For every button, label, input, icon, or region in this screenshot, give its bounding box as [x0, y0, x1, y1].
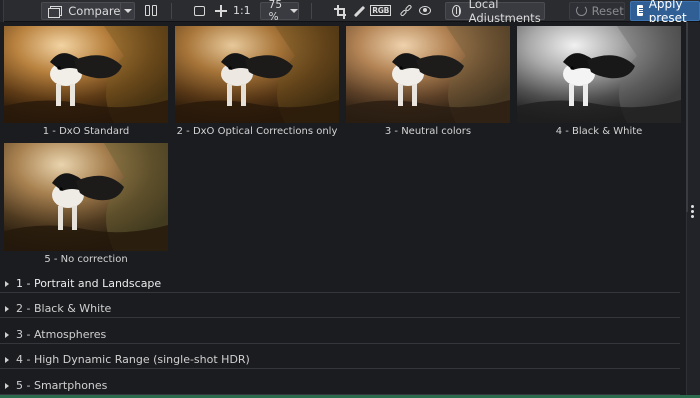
preset-caption: 4 - Black & White	[555, 126, 643, 137]
preset-gallery: 1 - DxO Standard 2 - DxO Optical Correct…	[0, 22, 686, 398]
chevron-right-icon	[5, 331, 9, 338]
eye-icon[interactable]	[418, 6, 431, 15]
reset-label: Reset	[591, 3, 624, 18]
eyedropper-icon[interactable]	[353, 5, 363, 17]
compare-icon	[48, 5, 63, 18]
divider	[0, 343, 680, 344]
category-label: 4 - High Dynamic Range (single-shot HDR)	[16, 353, 250, 366]
chevron-right-icon	[5, 305, 9, 312]
compare-label: Compare	[68, 3, 121, 18]
reset-button[interactable]: Reset	[568, 1, 625, 20]
category-label: 3 - Atmospheres	[16, 328, 107, 341]
chevron-right-icon	[5, 356, 9, 363]
chevron-right-icon	[5, 382, 9, 389]
chevron-down-icon	[123, 8, 132, 13]
divider	[0, 368, 680, 369]
compare-button[interactable]: Compare	[41, 1, 136, 20]
apply-preset-label: Apply preset	[648, 0, 687, 25]
category-label: 1 - Portrait and Landscape	[16, 277, 162, 290]
fit-screen-icon[interactable]	[194, 5, 206, 16]
toolbar-edge	[0, 0, 5, 22]
reset-icon	[575, 5, 587, 16]
toolbar-divider	[171, 2, 173, 19]
preset-image-standard	[4, 26, 168, 123]
toolbar-divider	[310, 2, 312, 19]
preset-image-none	[4, 143, 168, 251]
more-options-icon[interactable]	[691, 205, 694, 218]
chevron-down-icon	[289, 8, 298, 13]
category-label: 5 - Smartphones	[16, 379, 108, 392]
preset-caption: 2 - DxO Optical Corrections only	[176, 126, 338, 137]
zoom-select[interactable]: 75 %	[259, 0, 299, 23]
repair-icon[interactable]	[399, 3, 413, 17]
preset-image-optical	[175, 26, 339, 123]
category-label: 2 - Black & White	[16, 302, 112, 315]
zoom-value: 75 %	[268, 0, 283, 23]
divider	[0, 317, 680, 318]
apply-preset-icon	[636, 5, 644, 16]
preset-image-neutral	[346, 26, 510, 123]
crop-icon[interactable]	[333, 4, 346, 19]
preset-caption: 5 - No correction	[44, 254, 128, 265]
move-icon[interactable]	[215, 4, 227, 17]
chevron-right-icon	[5, 280, 9, 287]
split-view-icon[interactable]	[145, 5, 158, 16]
rgb-icon[interactable]: RGB	[370, 5, 392, 16]
zoom-1-to-1-button[interactable]: 1:1	[233, 4, 251, 17]
preset-caption: 1 - DxO Standard	[42, 126, 130, 137]
scrollbar[interactable]	[686, 22, 688, 212]
local-adjustments-button[interactable]: Local Adjustments	[444, 0, 545, 25]
local-adjustments-icon	[451, 4, 461, 17]
preset-image-bw	[517, 26, 681, 123]
preset-caption: 3 - Neutral colors	[384, 126, 472, 137]
local-adjustments-label: Local Adjustments	[468, 0, 541, 25]
apply-preset-button[interactable]: Apply preset	[629, 0, 700, 25]
compare-dropdown-button[interactable]	[120, 2, 134, 19]
divider	[0, 292, 680, 293]
side-panel-edge	[686, 22, 700, 398]
toolbar: Compare 1:1 75 % RGB Local Adjustments R…	[0, 0, 700, 25]
